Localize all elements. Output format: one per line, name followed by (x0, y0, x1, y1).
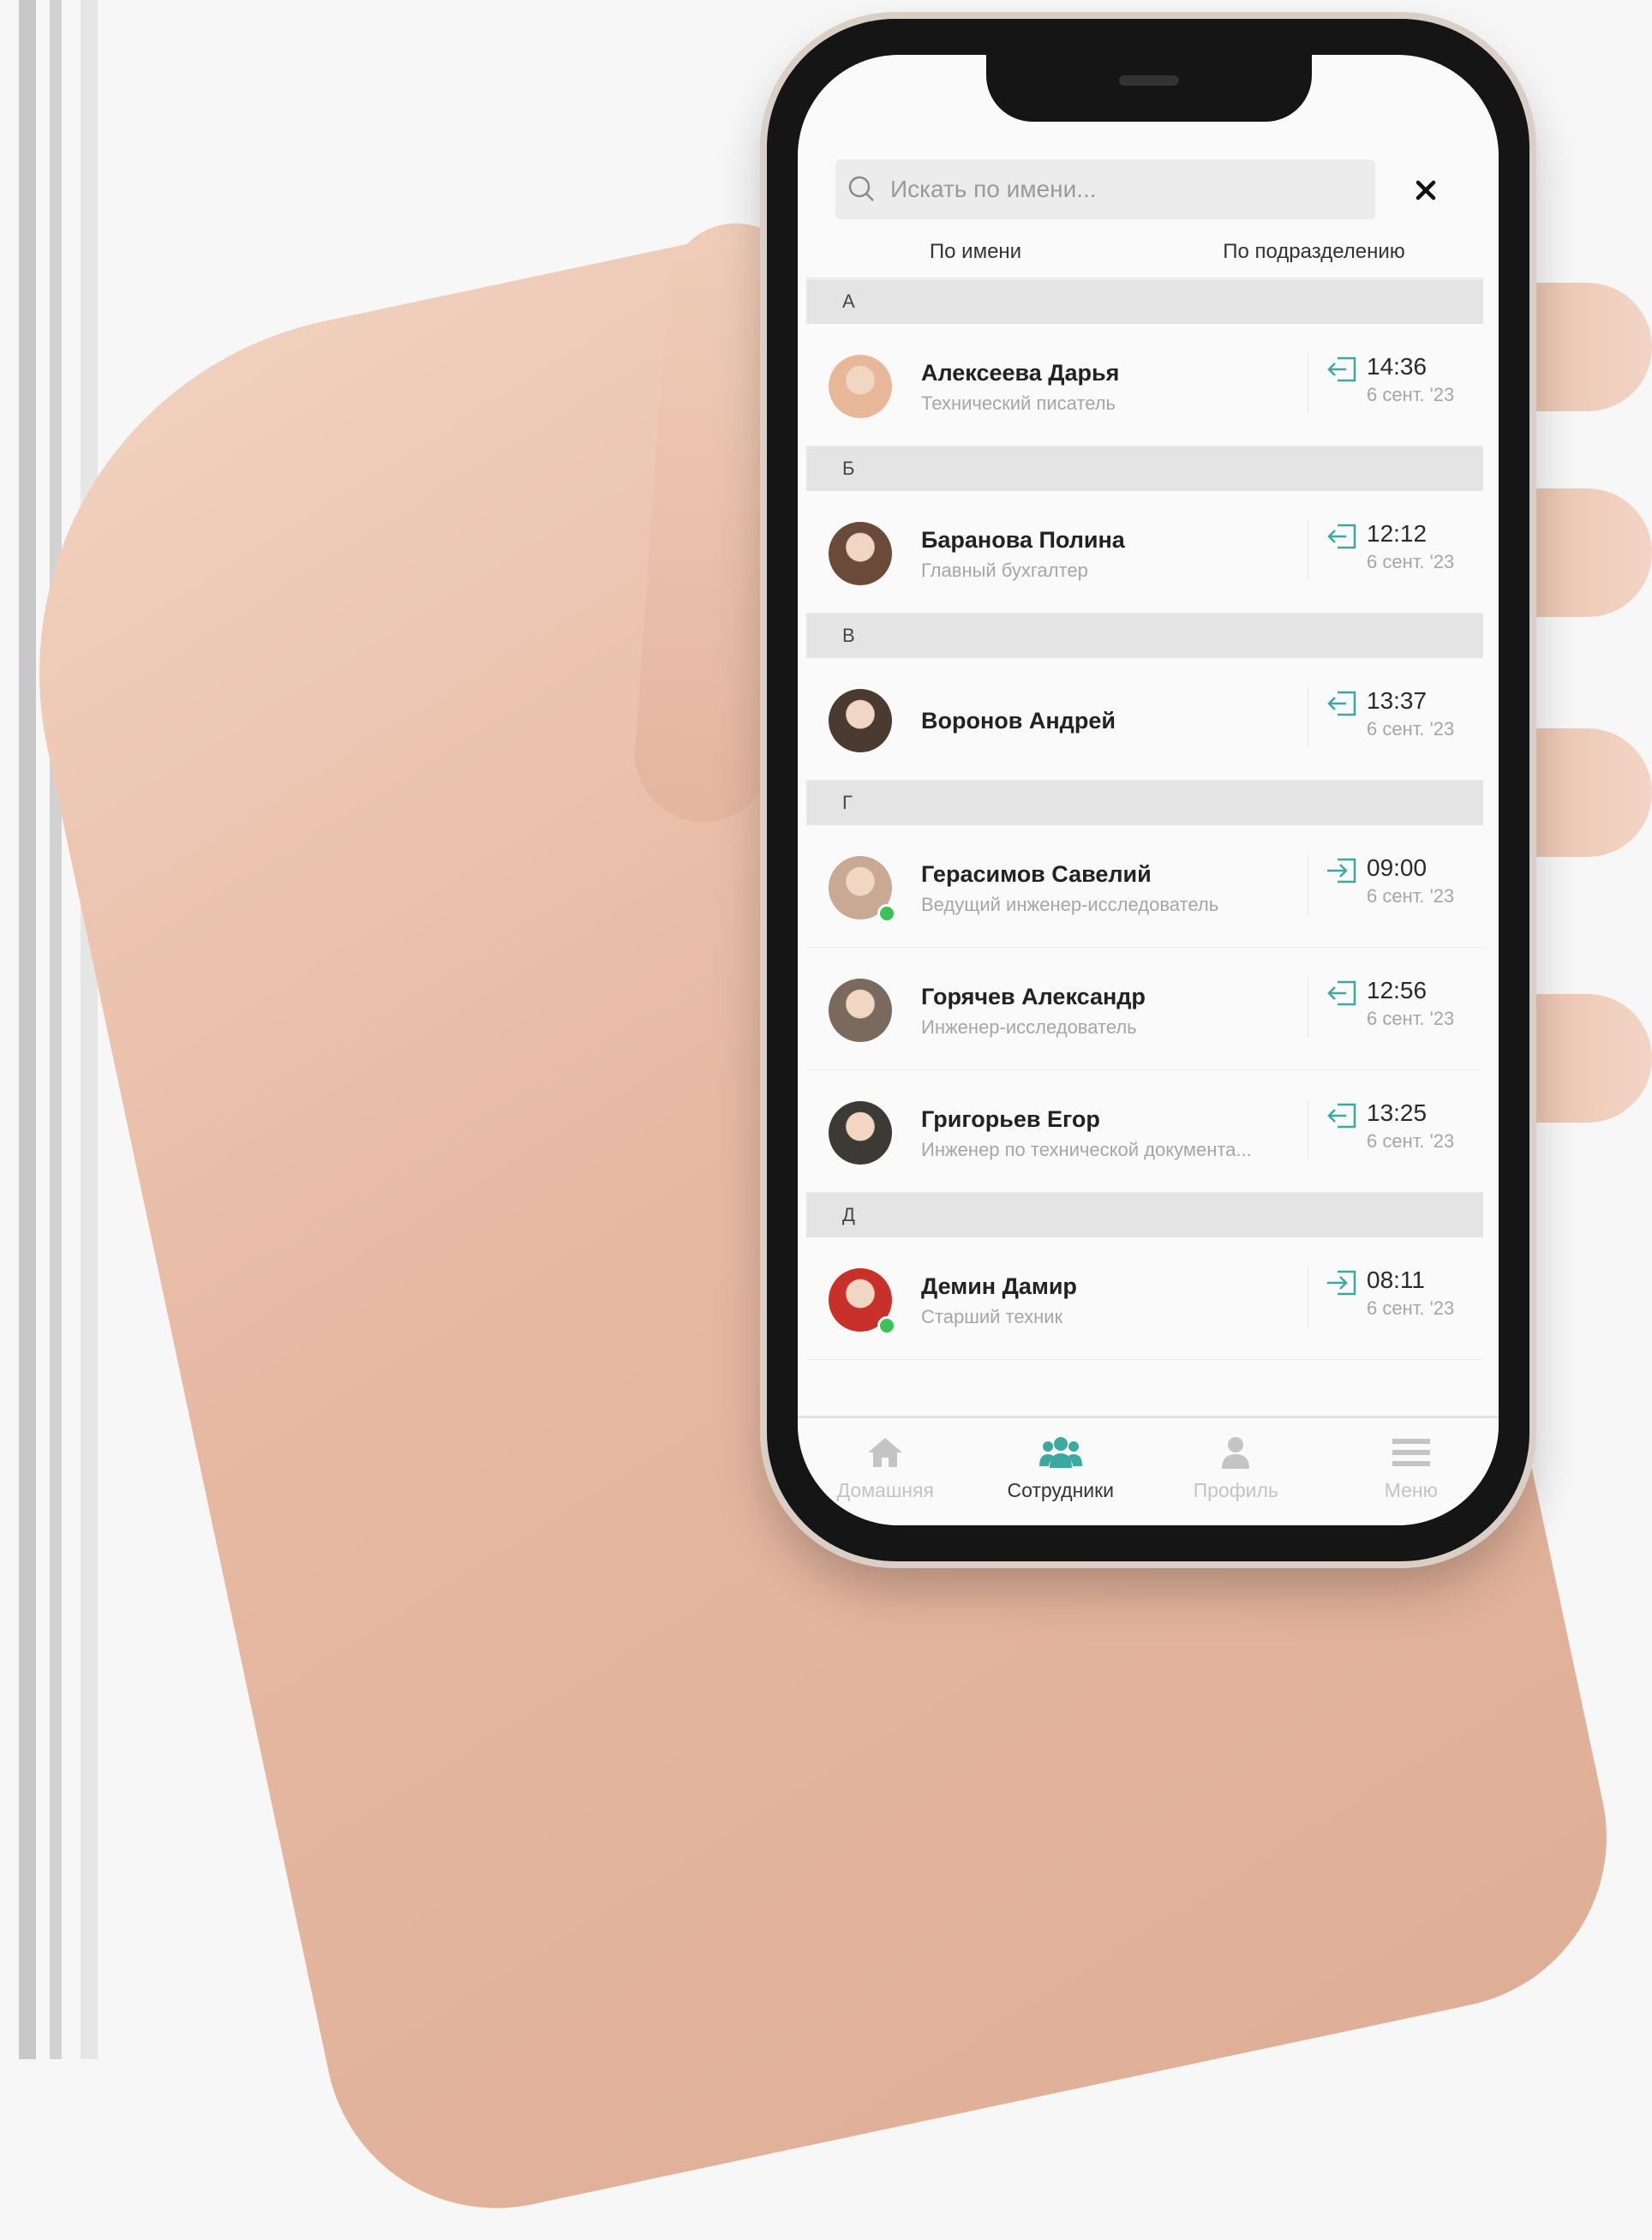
decor-stripe (50, 0, 62, 2059)
people-icon (1038, 1435, 1082, 1474)
event-time: 13:25 (1367, 1099, 1428, 1126)
online-indicator (877, 904, 896, 923)
event-time: 12:56 (1367, 977, 1428, 1003)
nav-label: Домашняя (836, 1479, 934, 1501)
event-date: 6 сент. '23 (1367, 1130, 1455, 1152)
employee-row[interactable]: Григорьев Егор Инженер по технической док… (806, 1070, 1483, 1193)
exit-icon (1326, 524, 1358, 554)
nav-home[interactable]: Домашняя (798, 1418, 973, 1525)
employee-role: Технический писатель (921, 392, 1116, 414)
phone-notch (986, 55, 1312, 122)
nav-profile[interactable]: Профиль (1148, 1418, 1324, 1525)
event-date: 6 сент. '23 (1367, 1008, 1455, 1029)
employee-name: Воронов Андрей (921, 708, 1116, 734)
employee-row[interactable]: Баранова Полина Главный бухгалтер 12:12 6 с… (806, 491, 1483, 614)
employee-row[interactable]: Горячев Александр Инженер-исследователь 12… (806, 948, 1483, 1070)
section-header: В (806, 614, 1483, 658)
online-indicator (877, 1316, 896, 1335)
entry-icon (1326, 858, 1358, 888)
search-icon (835, 175, 889, 204)
menu-icon (1392, 1435, 1430, 1474)
employee-row[interactable]: Алексеева Дарья Технический писатель 14:36… (806, 324, 1483, 446)
employee-name: Баранова Полина (921, 527, 1125, 553)
exit-icon (1326, 980, 1358, 1010)
employee-name: Алексеева Дарья (921, 360, 1120, 386)
tab-by-department[interactable]: По подразделению (1145, 235, 1483, 278)
exit-icon (1326, 356, 1358, 386)
event-date: 6 сент. '23 (1367, 384, 1455, 405)
home-icon (865, 1435, 905, 1474)
employee-row[interactable]: Воронов Андрей 13:37 6 сент. '23 (806, 658, 1483, 781)
employee-name: Герасимов Савелий (921, 861, 1152, 887)
employee-row[interactable]: Демин Дамир Старший техник 08:11 6 сент. '2… (806, 1237, 1483, 1360)
exit-icon (1326, 1103, 1358, 1133)
employee-role: Инженер-исследователь (921, 1016, 1137, 1038)
event-date: 6 сент. '23 (1367, 718, 1455, 740)
bottom-nav: Домашняя Сотрудники Профиль Меню (798, 1416, 1499, 1525)
event-time: 13:37 (1367, 687, 1428, 714)
section-header: Д (806, 1193, 1483, 1237)
employee-role: Инженер по технической документа... (921, 1139, 1252, 1160)
nav-label: Профиль (1193, 1479, 1278, 1501)
employee-role: Старший техник (921, 1306, 1063, 1327)
avatar (829, 355, 892, 418)
employee-role: Главный бухгалтер (921, 560, 1088, 581)
employee-list: А Алексеева Дарья Технический писатель 14:3… (806, 279, 1483, 1360)
nav-menu[interactable]: Меню (1324, 1418, 1499, 1525)
decor-stripe (81, 0, 98, 2059)
nav-label: Меню (1384, 1479, 1438, 1501)
section-header: Б (806, 446, 1483, 491)
event-time: 09:00 (1367, 854, 1428, 881)
event-date: 6 сент. '23 (1367, 551, 1455, 572)
section-header: Г (806, 781, 1483, 825)
close-icon[interactable] (1406, 171, 1446, 210)
exit-icon (1326, 691, 1358, 721)
search-input[interactable] (889, 175, 1375, 204)
employee-name: Горячев Александр (921, 984, 1146, 1009)
event-date: 6 сент. '23 (1367, 885, 1455, 907)
nav-employees[interactable]: Сотрудники (973, 1418, 1149, 1525)
employee-name: Григорьев Егор (921, 1106, 1100, 1132)
app-screen: По имени По подразделению ААлексеева Дар… (798, 55, 1499, 1525)
avatar (829, 522, 892, 585)
event-time: 08:11 (1367, 1267, 1425, 1293)
employee-name: Демин Дамир (921, 1273, 1077, 1299)
event-time: 12:12 (1367, 520, 1428, 547)
decor-stripe (19, 0, 36, 2059)
avatar (829, 979, 892, 1042)
phone-frame: По имени По подразделению ААлексеева Дар… (767, 19, 1529, 1561)
entry-icon (1326, 1270, 1358, 1300)
tab-bar: По имени По подразделению (806, 235, 1483, 283)
avatar (829, 689, 892, 752)
event-date: 6 сент. '23 (1367, 1297, 1455, 1319)
search-bar[interactable] (835, 159, 1375, 219)
employee-role: Ведущий инженер-исследователь (921, 894, 1219, 915)
section-header: А (806, 279, 1483, 324)
employee-row[interactable]: Герасимов Савелий Ведущий инженер-исследо… (806, 825, 1483, 948)
event-time: 14:36 (1367, 353, 1428, 380)
avatar (829, 1101, 892, 1165)
person-icon (1218, 1435, 1253, 1474)
nav-label: Сотрудники (1007, 1479, 1115, 1501)
tab-by-name[interactable]: По имени (806, 235, 1145, 283)
